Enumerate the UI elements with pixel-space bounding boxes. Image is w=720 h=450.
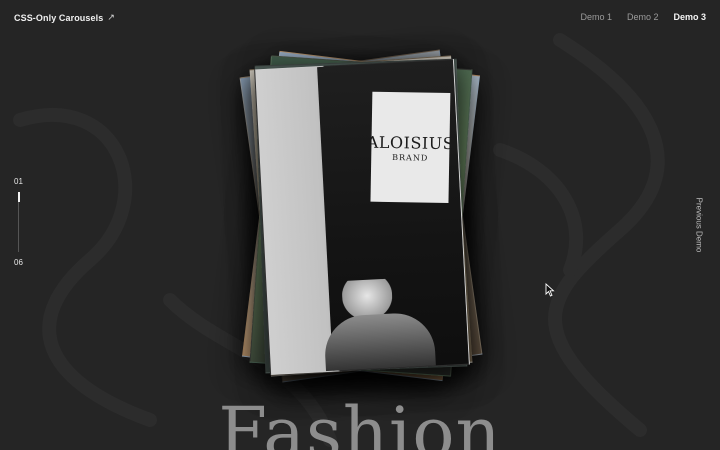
slide-title: Fashion xyxy=(218,392,502,450)
brand-patch: ALOISIUS BRAND xyxy=(367,91,454,204)
patch-text-line1: ALOISIUS xyxy=(366,132,455,153)
patch-text-line2: BRAND xyxy=(392,152,429,163)
carousel-card-stack[interactable]: ALOISIUS BRAND xyxy=(0,0,720,450)
carousel-card-active[interactable]: ALOISIUS BRAND xyxy=(254,58,470,376)
